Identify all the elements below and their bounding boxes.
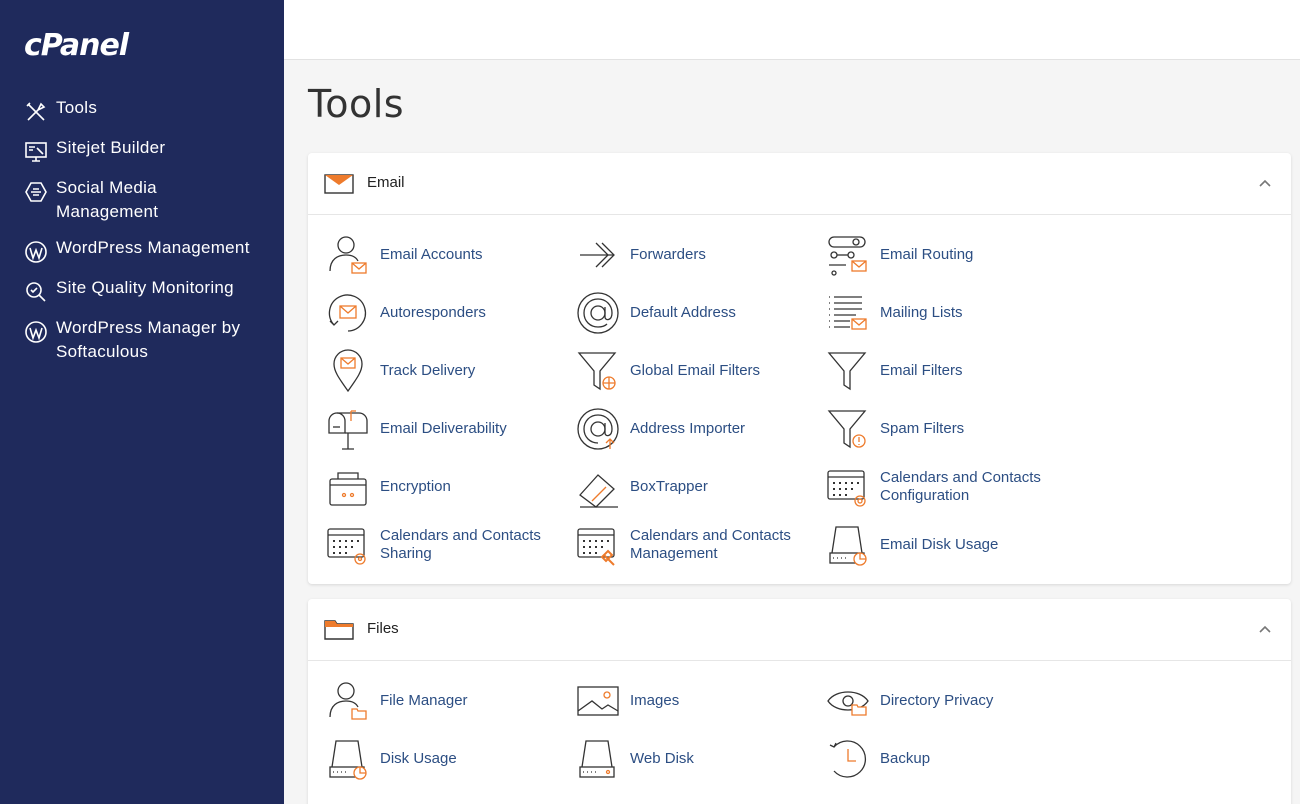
sidebar-item-label: Tools bbox=[56, 98, 98, 117]
chevron-up-icon[interactable] bbox=[1257, 621, 1273, 637]
disk-icon bbox=[329, 740, 367, 780]
tool-address-importer[interactable]: Address Importer bbox=[576, 404, 816, 454]
at-sign-icon bbox=[577, 292, 619, 334]
sidebar-nav: Tools Sitejet Builder Social Media Manag… bbox=[0, 90, 284, 370]
envelope-icon bbox=[324, 174, 354, 194]
files-panel-header[interactable]: Files bbox=[308, 599, 1291, 661]
chevron-up-icon[interactable] bbox=[1257, 175, 1273, 191]
routing-icon bbox=[828, 236, 867, 276]
monitor-icon bbox=[25, 142, 47, 162]
eye-folder-icon bbox=[827, 691, 869, 716]
section-title: Files bbox=[367, 620, 399, 637]
sidebar-item-social-media[interactable]: Social Media Management bbox=[0, 170, 284, 230]
tool-email-filters[interactable]: Email Filters bbox=[826, 346, 1066, 396]
calendar-share-icon bbox=[327, 528, 366, 565]
tool-email-routing[interactable]: Email Routing bbox=[826, 230, 1066, 280]
tool-directory-privacy[interactable]: Directory Privacy bbox=[826, 676, 1066, 726]
tool-global-email-filters[interactable]: Global Email Filters bbox=[576, 346, 816, 396]
tool-calendars-management[interactable]: Calendars and Contacts Management bbox=[576, 520, 816, 570]
tool-encryption[interactable]: Encryption bbox=[326, 462, 566, 512]
sidebar-item-tools[interactable]: Tools bbox=[0, 90, 284, 130]
at-import-icon bbox=[577, 408, 619, 450]
user-folder-icon bbox=[329, 682, 367, 720]
tool-boxtrapper[interactable]: BoxTrapper bbox=[576, 462, 816, 512]
tool-calendars-config[interactable]: Calendars and Contacts Configuration bbox=[826, 462, 1066, 512]
user-mail-icon bbox=[329, 236, 367, 274]
sidebar-item-label: Site Quality Monitoring bbox=[56, 278, 234, 297]
email-panel-header[interactable]: Email bbox=[308, 153, 1291, 215]
calendar-config-icon bbox=[827, 470, 866, 507]
mailing-list-icon bbox=[829, 296, 867, 330]
tool-default-address[interactable]: Default Address bbox=[576, 288, 816, 338]
sidebar-item-site-quality[interactable]: Site Quality Monitoring bbox=[0, 270, 284, 310]
magnifier-icon bbox=[26, 282, 46, 302]
tool-spam-filters[interactable]: Spam Filters bbox=[826, 404, 1066, 454]
web-disk-icon bbox=[579, 740, 615, 778]
calendar-manage-icon bbox=[577, 528, 615, 566]
wordpress-icon bbox=[25, 321, 47, 343]
email-panel: Email Email Accounts Forwarders Email Ro… bbox=[308, 153, 1291, 584]
disk-usage-icon bbox=[829, 526, 867, 566]
tool-web-disk[interactable]: Web Disk bbox=[576, 734, 816, 784]
tool-autoresponders[interactable]: Autoresponders bbox=[326, 288, 566, 338]
sidebar-item-label: WordPress Manager by Softaculous bbox=[56, 318, 241, 361]
tool-email-disk-usage[interactable]: Email Disk Usage bbox=[826, 520, 1066, 570]
files-panel: Files File Manager Images Directory Priv… bbox=[308, 599, 1291, 804]
sidebar: cPanel Tools Sitejet Builder Social Medi… bbox=[0, 0, 284, 804]
folder-icon bbox=[324, 620, 354, 640]
mailbox-icon bbox=[328, 410, 368, 450]
global-filter-icon bbox=[577, 352, 617, 391]
boxtrapper-icon bbox=[579, 474, 618, 508]
sidebar-item-label: WordPress Management bbox=[56, 238, 250, 257]
sidebar-item-sitejet[interactable]: Sitejet Builder bbox=[0, 130, 284, 170]
sidebar-item-wordpress[interactable]: WordPress Management bbox=[0, 230, 284, 270]
section-title: Email bbox=[367, 174, 405, 191]
backup-clock-icon bbox=[829, 740, 866, 778]
tool-images[interactable]: Images bbox=[576, 676, 816, 726]
filter-icon bbox=[827, 352, 867, 391]
tool-track-delivery[interactable]: Track Delivery bbox=[326, 346, 566, 396]
tool-email-accounts[interactable]: Email Accounts bbox=[326, 230, 566, 280]
tool-disk-usage[interactable]: Disk Usage bbox=[326, 734, 566, 784]
sidebar-item-softaculous[interactable]: WordPress Manager by Softaculous bbox=[0, 310, 284, 370]
sidebar-item-label: Social Media Management bbox=[56, 178, 159, 221]
tool-calendars-sharing[interactable]: Calendars and Contacts Sharing bbox=[326, 520, 566, 570]
autoresponder-icon bbox=[328, 294, 367, 332]
sidebar-item-label: Sitejet Builder bbox=[56, 138, 166, 157]
location-pin-icon bbox=[333, 349, 363, 393]
forward-arrow-icon bbox=[580, 242, 615, 268]
spam-filter-icon bbox=[827, 410, 867, 449]
cpanel-logo[interactable]: cPanel bbox=[24, 28, 129, 63]
tool-file-manager[interactable]: File Manager bbox=[326, 676, 566, 726]
encryption-icon bbox=[329, 472, 367, 506]
social-icon bbox=[25, 182, 47, 202]
top-bar bbox=[284, 0, 1300, 60]
tool-forwarders[interactable]: Forwarders bbox=[576, 230, 816, 280]
image-icon bbox=[577, 686, 619, 716]
tool-mailing-lists[interactable]: Mailing Lists bbox=[826, 288, 1066, 338]
page-title: Tools bbox=[308, 82, 405, 126]
tool-backup[interactable]: Backup bbox=[826, 734, 1066, 784]
tool-email-deliverability[interactable]: Email Deliverability bbox=[326, 404, 566, 454]
tools-icon bbox=[26, 102, 46, 121]
wordpress-icon bbox=[25, 241, 47, 263]
